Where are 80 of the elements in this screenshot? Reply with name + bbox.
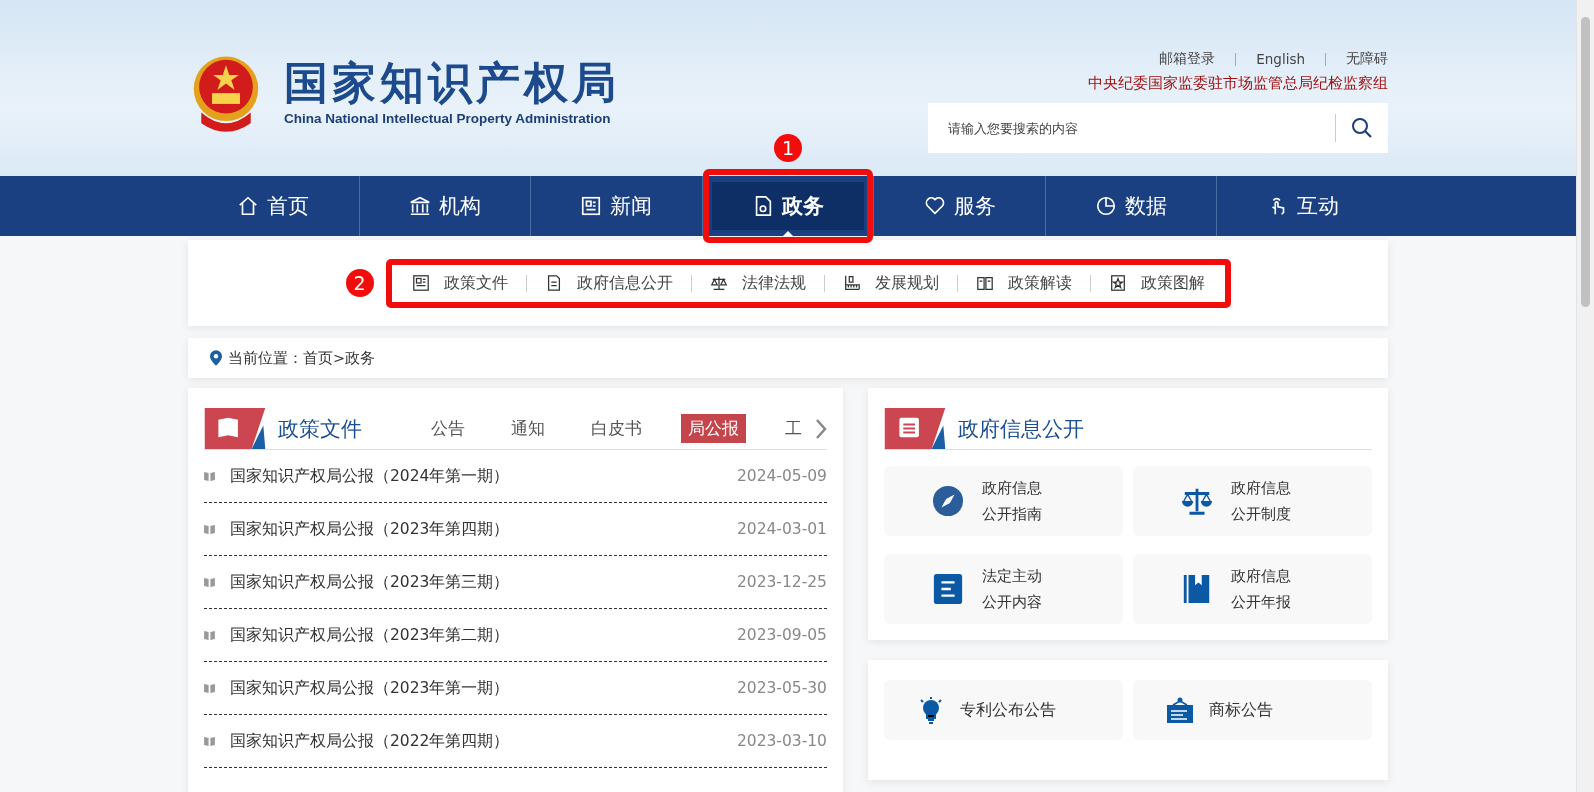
tile-label: 政府信息 公开制度: [1231, 479, 1291, 524]
tile-label: 商标公告: [1209, 699, 1273, 721]
bulletin-link[interactable]: 国家知识产权局公报（2023年第二期）: [230, 624, 737, 646]
category-tab[interactable]: 白皮书: [584, 414, 649, 443]
book-icon: [204, 683, 215, 693]
caret-icon: [783, 231, 793, 236]
panel-title: 政策文件: [277, 415, 363, 443]
nav-tab[interactable]: 机构: [368, 182, 521, 230]
annotation-badge: 2: [345, 269, 374, 297]
subnav-link[interactable]: 政府信息公开: [544, 272, 673, 294]
site-subtitle: China National Intellectual Property Administration: [284, 110, 612, 126]
nav-tab[interactable]: 服务: [883, 182, 1036, 230]
search-field[interactable]: 请输入您要搜索的内容: [928, 119, 1335, 137]
subnav-link[interactable]: 政策图解: [1108, 272, 1205, 294]
ruler-icon: [842, 274, 861, 292]
book-icon: [204, 577, 215, 587]
nav-tab[interactable]: 互动: [1226, 182, 1379, 230]
search-icon[interactable]: [1350, 116, 1374, 140]
publish-date: 2023-05-30: [736, 679, 827, 697]
info-tile[interactable]: 政府信息 公开制度: [1133, 466, 1372, 536]
publish-date: 2023-09-05: [736, 626, 827, 644]
nav-tab[interactable]: 首页: [197, 182, 350, 230]
subnav-link[interactable]: 法律法规: [709, 272, 806, 294]
tile-label: 专利公布公告: [960, 699, 1056, 721]
heart-icon: [923, 195, 946, 217]
tile-label: 政府信息 公开指南: [982, 479, 1042, 524]
bulletin-link[interactable]: 国家知识产权局公报（2022年第四期）: [230, 730, 737, 752]
notepad-icon: [884, 408, 946, 449]
bulletin-link[interactable]: 国家知识产权局公报（2023年第三期）: [230, 571, 737, 593]
category-tab[interactable]: 通知: [504, 414, 552, 443]
book-icon: [975, 274, 994, 292]
book-icon: [204, 524, 215, 534]
info-tile[interactable]: 政府信息 公开指南: [884, 466, 1123, 536]
compass-icon: [932, 485, 964, 517]
book-icon: [204, 736, 215, 746]
category-tab[interactable]: 公告: [424, 414, 472, 443]
nav-tab[interactable]: 新闻: [540, 182, 693, 230]
book-icon: [204, 630, 215, 640]
publish-date: 2023-03-10: [736, 732, 827, 750]
list-icon: [932, 573, 964, 605]
header-link[interactable]: English: [1256, 51, 1305, 67]
publish-date: 2024-03-01: [736, 520, 827, 538]
doc-icon: [411, 274, 430, 292]
info-tile[interactable]: 政府信息 公开年报: [1133, 554, 1372, 624]
bulletin-link[interactable]: 国家知识产权局公报（2024年第一期）: [230, 465, 737, 487]
header-link[interactable]: 邮箱登录: [1159, 50, 1216, 68]
tile-label: 法定主动 公开内容: [982, 567, 1042, 612]
bulletin-link[interactable]: 国家知识产权局公报（2023年第一期）: [230, 677, 737, 699]
subnav-link[interactable]: 政策文件: [411, 272, 508, 294]
info-tile[interactable]: 法定主动 公开内容: [884, 554, 1123, 624]
nav-tab[interactable]: 政务: [712, 182, 864, 230]
subnav-link[interactable]: 政策解读: [975, 272, 1072, 294]
notice-tile[interactable]: 专利公布公告: [884, 680, 1123, 740]
building-icon: [408, 195, 431, 217]
news-icon: [580, 195, 603, 217]
site-title: 国家知识产权局: [284, 56, 620, 109]
notice-tile[interactable]: 商标公告: [1133, 680, 1372, 740]
panel-title: 政府信息公开: [957, 415, 1085, 443]
star-icon: [1108, 274, 1127, 292]
sign-icon: [1165, 695, 1195, 725]
scale-icon: [709, 274, 728, 292]
publish-date: 2024-05-09: [736, 467, 827, 485]
tile-label: 政府信息 公开年报: [1231, 567, 1291, 612]
chevron-right-icon[interactable]: [815, 417, 827, 440]
category-tab[interactable]: 局公报: [681, 414, 746, 443]
subnav-link[interactable]: 发展规划: [842, 272, 939, 294]
home-icon: [237, 195, 260, 217]
publish-date: 2023-12-25: [736, 573, 827, 591]
nav-tab[interactable]: 数据: [1055, 182, 1208, 230]
notice-link[interactable]: 中央纪委国家监委驻市场监管总局纪检监察组: [1088, 74, 1388, 93]
breadcrumb: 当前位置：首页>政务: [228, 348, 376, 368]
location-pin-icon: [210, 350, 222, 366]
header-link[interactable]: 无障碍: [1346, 50, 1388, 68]
scrollbar[interactable]: [1576, 0, 1594, 792]
book-icon: [204, 408, 266, 449]
category-tab[interactable]: 工: [778, 414, 809, 443]
search-bar[interactable]: 请输入您要搜索的内容: [928, 103, 1388, 153]
book-icon: [204, 471, 215, 481]
bulletin-link[interactable]: 国家知识产权局公报（2023年第四期）: [230, 518, 737, 540]
pie-icon: [1095, 195, 1118, 217]
